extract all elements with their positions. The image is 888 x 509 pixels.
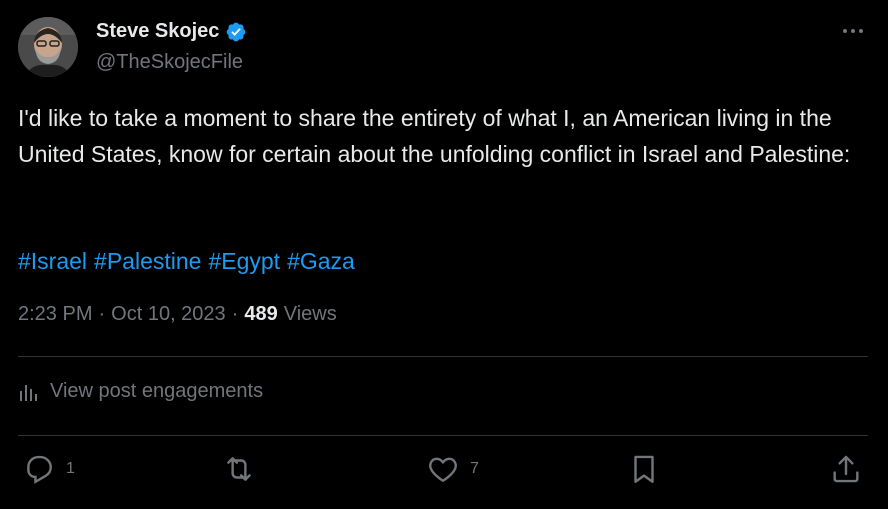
- reply-button[interactable]: 1: [22, 452, 75, 486]
- bookmark-button[interactable]: [627, 452, 661, 486]
- more-dots-icon: [843, 29, 863, 33]
- bookmark-icon: [634, 455, 654, 483]
- engagements-label: View post engagements: [50, 380, 264, 402]
- post-text: I'd like to take a moment to share the e…: [18, 105, 851, 167]
- avatar-image: [18, 17, 78, 77]
- repost-button[interactable]: [222, 452, 256, 486]
- hashtag-link[interactable]: #Egypt: [208, 243, 280, 279]
- heart-icon: [429, 457, 457, 482]
- reply-count: 1: [66, 460, 75, 477]
- author-name-row: Steve Skojec: [96, 20, 247, 43]
- repost-icon: [227, 457, 251, 481]
- hashtag-link[interactable]: #Israel: [18, 243, 87, 279]
- author-handle[interactable]: @TheSkojecFile: [96, 51, 243, 74]
- views-label: Views: [283, 303, 337, 325]
- share-icon: [833, 455, 859, 483]
- reply-icon: [27, 455, 52, 484]
- hashtag-link[interactable]: #Gaza: [287, 243, 355, 279]
- divider: [18, 356, 868, 357]
- like-count: 7: [470, 460, 479, 477]
- display-name[interactable]: Steve Skojec: [96, 20, 219, 43]
- post-date[interactable]: Oct 10, 2023: [111, 303, 226, 326]
- hashtag-list: #Israel #Palestine #Egypt #Gaza: [18, 243, 355, 279]
- analytics-icon: [20, 384, 37, 401]
- share-button[interactable]: [829, 452, 863, 486]
- avatar[interactable]: [18, 17, 78, 77]
- more-options-button[interactable]: [840, 18, 866, 44]
- view-engagements-button[interactable]: View post engagements: [18, 380, 263, 403]
- divider: [18, 435, 868, 436]
- like-button[interactable]: 7: [426, 452, 479, 486]
- post-meta: 2:23 PM · Oct 10, 2023 · 489 Views: [18, 303, 337, 326]
- meta-separator: ·: [231, 303, 239, 325]
- meta-separator: ·: [98, 303, 106, 325]
- hashtag-link[interactable]: #Palestine: [94, 243, 201, 279]
- views-count: 489: [244, 303, 278, 325]
- verified-badge-icon[interactable]: [225, 21, 247, 43]
- post-time[interactable]: 2:23 PM: [18, 303, 92, 326]
